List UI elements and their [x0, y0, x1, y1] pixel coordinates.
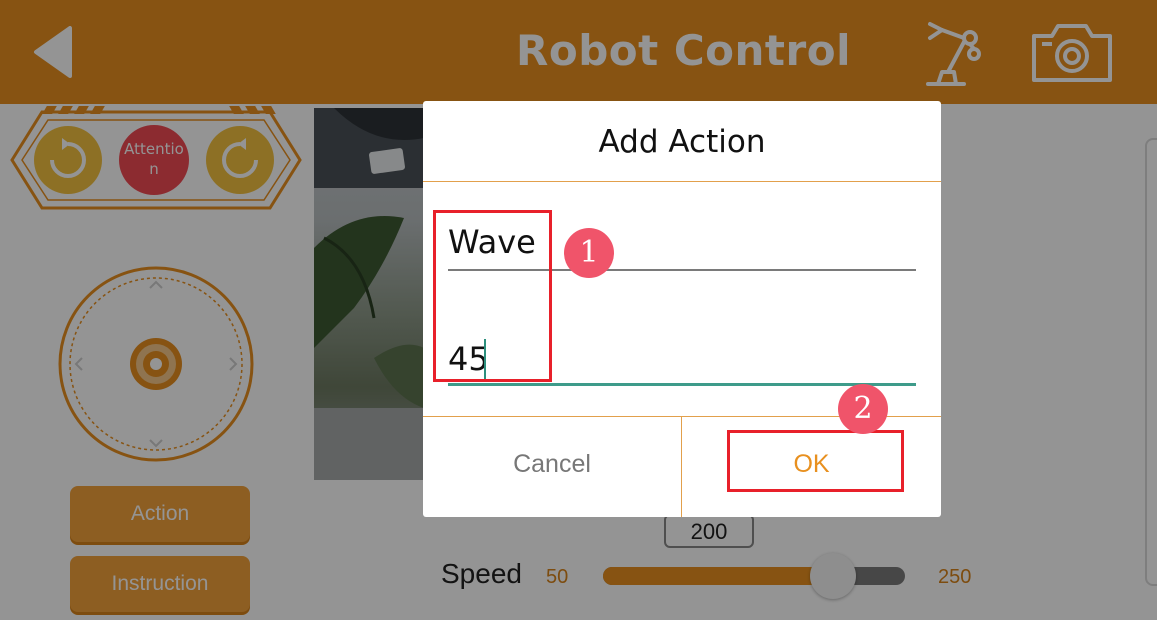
- highlight-box-inputs: [433, 210, 552, 382]
- dialog-title: Add Action: [598, 124, 766, 160]
- cancel-button[interactable]: Cancel: [423, 417, 681, 517]
- dialog-divider: [423, 181, 941, 182]
- highlight-box-ok: [727, 430, 904, 492]
- step-marker-1: 1: [564, 228, 614, 278]
- step-marker-2: 2: [838, 384, 888, 434]
